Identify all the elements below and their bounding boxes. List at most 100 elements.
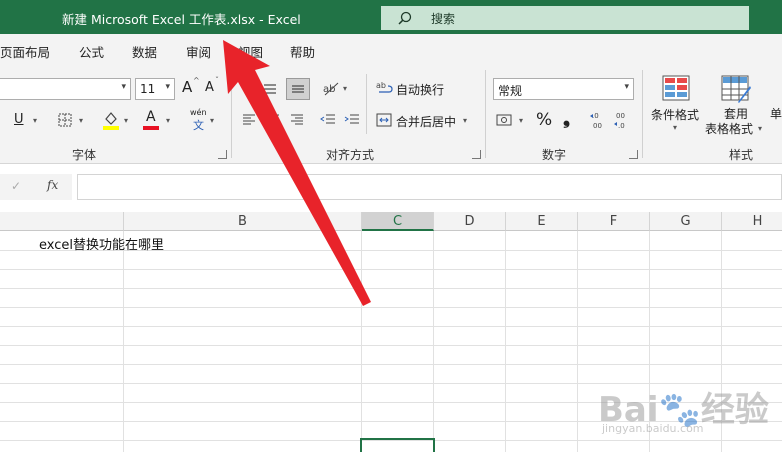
merge-center-icon[interactable]: [376, 112, 392, 128]
baidu-watermark: Bai🐾经验 jingyan.baidu.com: [598, 380, 769, 440]
cell-a1-text[interactable]: excel替换功能在哪里: [39, 234, 164, 253]
chevron-down-icon: ▾: [165, 82, 170, 92]
svg-text:00: 00: [593, 122, 602, 130]
accounting-format-icon[interactable]: [496, 112, 514, 128]
phonetic-label[interactable]: wén: [190, 108, 207, 117]
shrink-font-button[interactable]: A: [205, 80, 214, 95]
enter-check-icon[interactable]: ✓: [11, 179, 21, 193]
insert-function-button[interactable]: fx: [47, 178, 58, 192]
grow-font-button[interactable]: A: [182, 78, 192, 96]
format-as-table-label-2[interactable]: 表格格式: [705, 120, 753, 137]
active-cell[interactable]: [360, 438, 435, 452]
decrease-indent-icon[interactable]: [320, 113, 336, 127]
font-color-button[interactable]: A: [146, 109, 156, 125]
gridline: [0, 345, 782, 346]
group-label-font: 字体: [72, 148, 97, 162]
merge-center-button[interactable]: 合并后居中: [396, 113, 456, 130]
column-header-g[interactable]: G: [650, 212, 722, 231]
underline-button[interactable]: U: [14, 112, 24, 127]
number-format-dropdown[interactable]: 常规 ▾: [493, 78, 634, 100]
gridline: [0, 307, 782, 308]
orientation-icon[interactable]: ab: [322, 79, 340, 97]
chevron-down-icon: ▾: [519, 116, 524, 125]
svg-text:ab: ab: [376, 81, 386, 90]
column-header-f[interactable]: F: [578, 212, 650, 231]
gridline: [577, 231, 578, 452]
caret-up-icon: ^: [193, 76, 200, 85]
font-name-dropdown[interactable]: ▾: [0, 78, 131, 100]
alignment-dialog-launcher[interactable]: [472, 150, 481, 159]
tab-review[interactable]: 审阅: [186, 42, 211, 61]
search-icon: [398, 11, 412, 25]
increase-decimal-icon[interactable]: .0 00: [589, 110, 607, 130]
svg-text:.0: .0: [592, 112, 599, 120]
gridline: [433, 231, 434, 452]
tab-help[interactable]: 帮助: [290, 42, 315, 61]
gridline: [361, 231, 362, 452]
format-as-table-icon[interactable]: [720, 74, 752, 104]
column-header-c[interactable]: C: [362, 212, 434, 231]
increase-indent-icon[interactable]: [344, 113, 360, 127]
tab-formulas[interactable]: 公式: [79, 42, 104, 61]
wrap-text-icon[interactable]: ab: [376, 79, 394, 97]
column-header-b[interactable]: B: [124, 212, 362, 231]
font-dialog-launcher[interactable]: [218, 150, 227, 159]
search-box[interactable]: 搜索: [381, 6, 749, 30]
cell-styles-button[interactable]: 单: [770, 105, 782, 122]
gridline: [505, 231, 506, 452]
formula-input[interactable]: [77, 174, 782, 200]
chevron-down-icon: ▾: [166, 116, 171, 125]
align-top-icon[interactable]: [262, 82, 278, 96]
tab-view[interactable]: 视图: [238, 42, 263, 61]
decrease-decimal-icon[interactable]: 00 .0: [613, 110, 631, 130]
ribbon-tabs: 页面布局 公式 数据 审阅 视图 帮助: [0, 34, 782, 66]
column-header-a[interactable]: [0, 212, 124, 231]
title-bar: 新建 Microsoft Excel 工作表.xlsx - Excel 搜索: [0, 0, 782, 34]
font-size-value: 11: [140, 82, 156, 96]
align-middle-icon: [292, 85, 304, 93]
conditional-formatting-icon[interactable]: [661, 74, 691, 102]
phonetic-char: 文: [193, 119, 204, 132]
group-label-alignment: 对齐方式: [326, 148, 375, 162]
tab-data[interactable]: 数据: [132, 42, 157, 61]
column-header-h[interactable]: H: [722, 212, 782, 231]
window-title: 新建 Microsoft Excel 工作表.xlsx - Excel: [62, 12, 301, 27]
chevron-down-icon: ▾: [463, 116, 468, 125]
column-header-d[interactable]: D: [434, 212, 506, 231]
gridline: [0, 288, 782, 289]
formula-buttons: ✓ fx: [0, 174, 72, 200]
chevron-down-icon: ▾: [673, 123, 678, 132]
ribbon: ▾ 11 ▾ A ^ A ˇ U ▾ ▾ ▾ A ▾ wén 文 ▾ 字体 ab…: [0, 66, 782, 164]
watermark-url: jingyan.baidu.com: [602, 422, 704, 435]
font-size-dropdown[interactable]: 11 ▾: [135, 78, 175, 100]
font-color-swatch: [143, 126, 159, 130]
svg-text:00: 00: [616, 112, 625, 120]
tab-page-layout[interactable]: 页面布局: [0, 42, 50, 61]
group-separator: [231, 70, 232, 158]
chevron-down-icon: ▾: [758, 124, 763, 133]
wrap-text-button[interactable]: 自动换行: [396, 81, 444, 98]
formula-bar: ✓ fx: [0, 164, 782, 210]
group-separator: [485, 70, 486, 158]
comma-button[interactable]: ❟: [563, 108, 570, 129]
chevron-down-icon: ▾: [343, 84, 348, 93]
svg-text:ab: ab: [323, 84, 335, 95]
svg-text:.0: .0: [618, 122, 625, 130]
align-middle-button[interactable]: [286, 78, 310, 100]
fill-color-icon[interactable]: [102, 110, 120, 130]
borders-icon[interactable]: [58, 113, 72, 127]
gridline: [123, 231, 124, 452]
column-header-e[interactable]: E: [506, 212, 578, 231]
search-label: 搜索: [431, 12, 456, 26]
gridline: [0, 269, 782, 270]
conditional-formatting-button[interactable]: 条件格式: [651, 106, 699, 123]
chevron-down-icon: ▾: [79, 116, 84, 125]
inner-separator: [366, 74, 367, 134]
align-right-icon[interactable]: [290, 113, 304, 127]
group-separator: [642, 70, 643, 158]
align-center-icon[interactable]: [266, 113, 280, 127]
number-dialog-launcher[interactable]: [629, 150, 638, 159]
align-left-icon[interactable]: [242, 113, 256, 127]
percent-button[interactable]: %: [536, 110, 552, 130]
chevron-down-icon: ▾: [624, 82, 629, 92]
